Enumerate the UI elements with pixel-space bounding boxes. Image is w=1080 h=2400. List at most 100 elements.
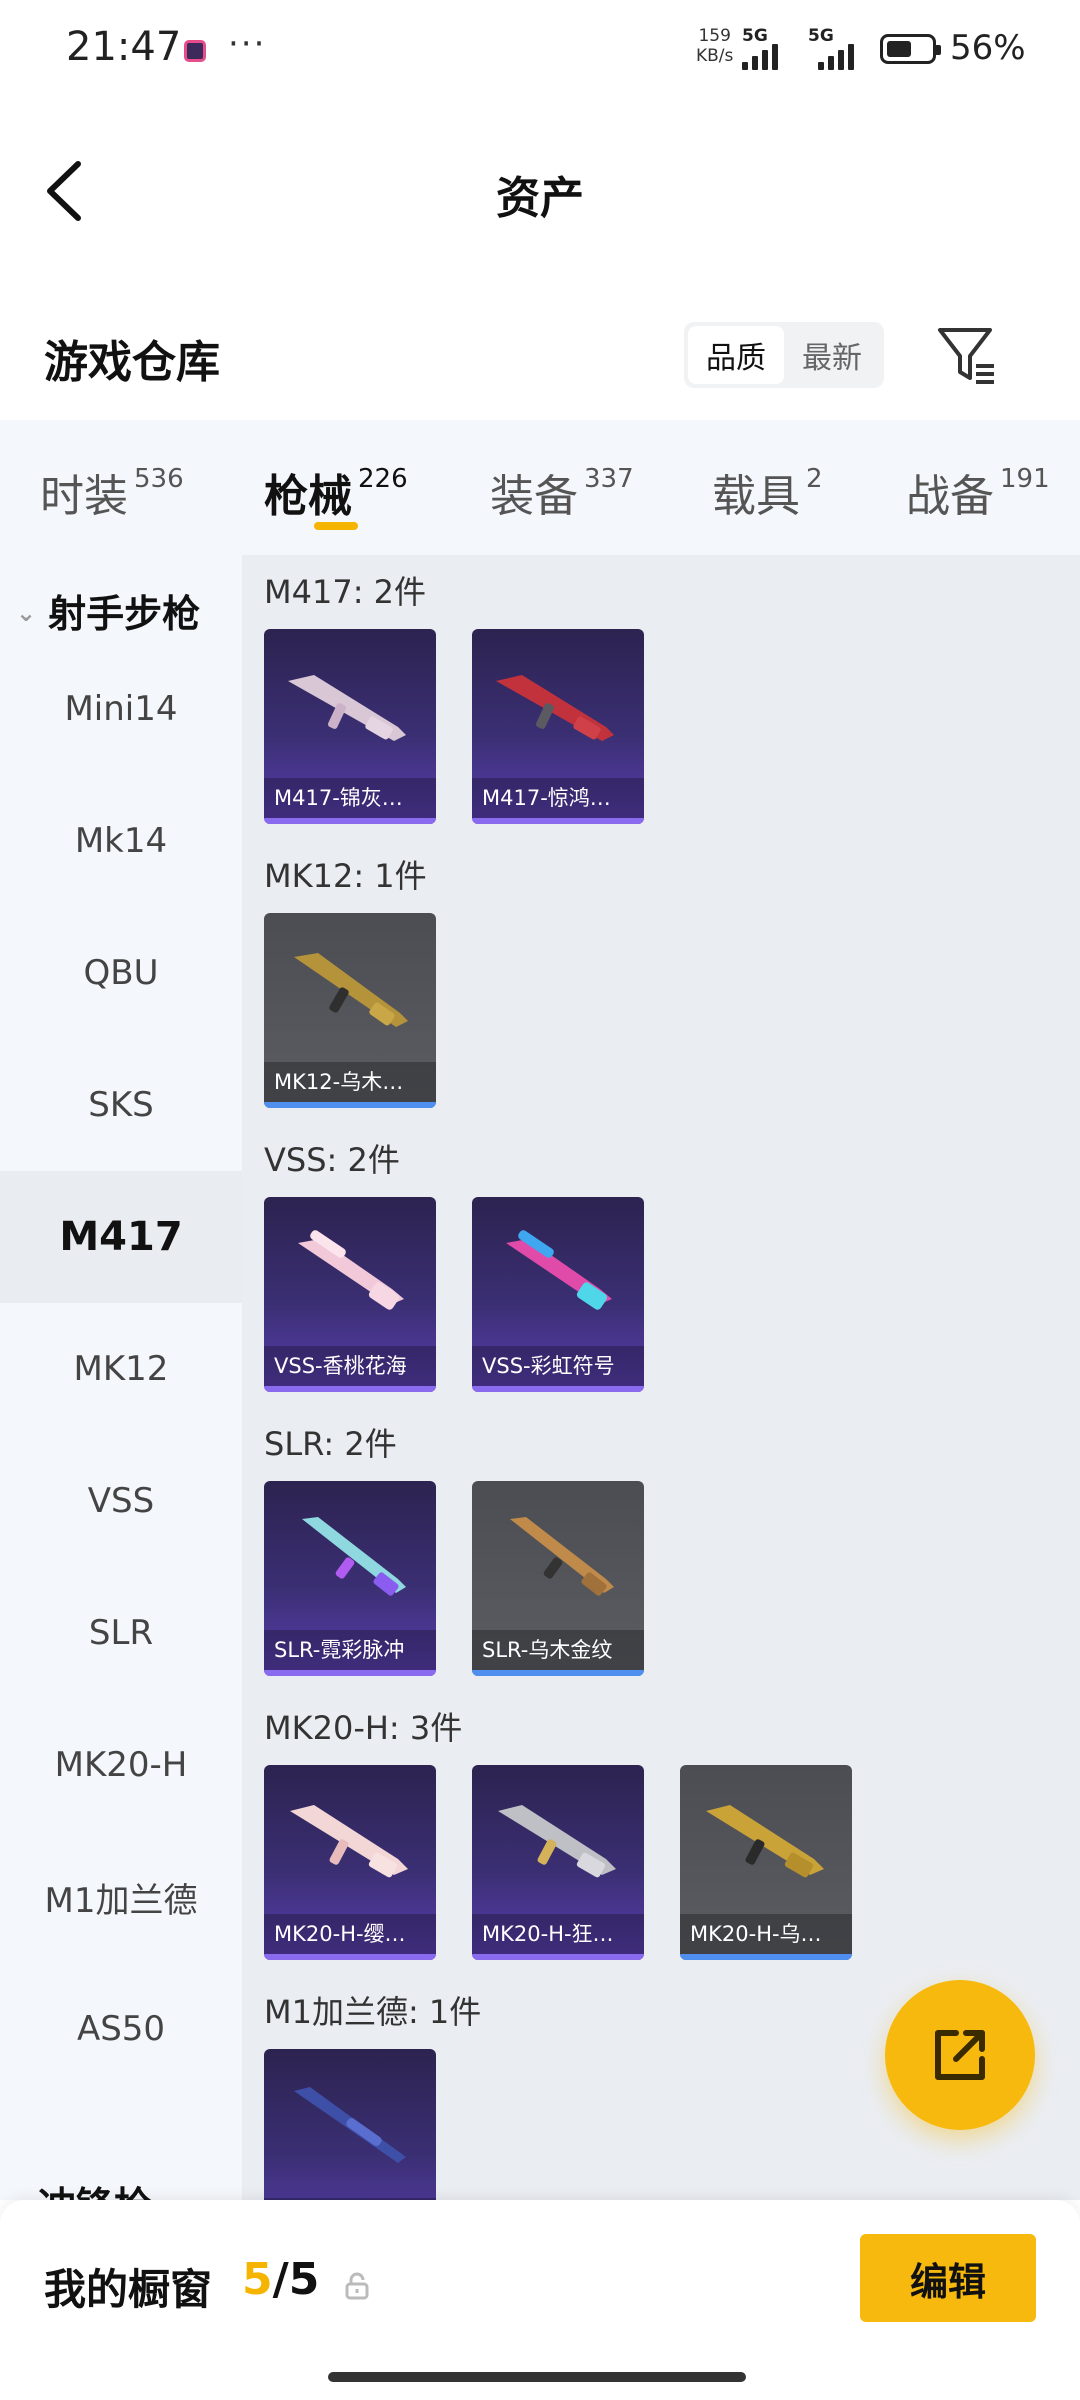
skin-name: VSS-彩虹符号 [472,1346,644,1386]
sidebar-group-marksman[interactable]: ⌄ 射手步枪 [16,583,200,638]
group-title: M1加兰德: 1件 [264,1993,482,2031]
tab-count: 536 [134,464,184,494]
signal-icon-1 [742,40,778,70]
tab-combat-gear[interactable]: 战备 191 [906,460,1050,524]
status-time: 21:47 [66,24,182,70]
skin-card[interactable]: SLR-霓彩脉冲 [264,1481,436,1676]
tab-label: 枪械 [264,471,352,522]
network-speed-unit: KB/s [696,46,734,66]
edit-button[interactable]: 编辑 [860,2234,1036,2322]
skin-name: VSS-香桃花海 [264,1346,436,1386]
showcase-separator: / [272,2254,289,2305]
skin-card[interactable]: VSS-彩虹符号 [472,1197,644,1392]
skin-name: MK20-H-乌… [680,1914,852,1954]
group-title: MK20-H: 3件 [264,1709,463,1747]
skin-card[interactable]: M417-惊鸿… [472,629,644,824]
tab-count: 337 [584,464,634,494]
more-notifications-icon: ··· [228,24,267,64]
skin-card[interactable]: MK20-H-乌… [680,1765,852,1960]
network-speed: 159 KB/s [696,26,733,66]
rarity-bar [264,818,436,824]
sort-option-newest[interactable]: 最新 [784,326,880,384]
rifle-icon [294,953,408,1027]
sidebar-item-mini14[interactable]: Mini14 [0,643,242,775]
rarity-bar [472,1954,644,1960]
group-title: M417: 2件 [264,573,427,611]
rifle-icon [496,675,614,741]
tab-equipment[interactable]: 装备 337 [490,460,634,524]
sort-option-quality[interactable]: 品质 [688,326,784,384]
battery-icon [880,34,941,64]
app-notification-icon [184,40,206,62]
tab-label: 载具 [712,471,800,522]
sidebar-group-smg[interactable]: ›冲锋枪 [16,2175,152,2200]
rifle-icon [706,1805,824,1878]
rarity-bar [472,1670,644,1676]
skin-card[interactable]: MK20-H-缨… [264,1765,436,1960]
share-button[interactable] [885,1980,1035,2130]
skin-name: M417-惊鸿… [472,778,644,818]
home-indicator[interactable] [328,2372,746,2382]
skin-card[interactable]: MK12-乌木… [264,913,436,1108]
rifle-icon [294,2087,406,2163]
rarity-bar [472,1386,644,1392]
tab-firearms[interactable]: 枪械 226 [264,460,408,524]
sidebar-item-as50[interactable]: AS50 [0,1963,242,2095]
skin-name: SLR-乌木金纹 [472,1630,644,1670]
skin-card[interactable]: MK20-H-狂… [472,1765,644,1960]
sidebar-item-m1-garand[interactable]: M1加兰德 [0,1831,242,1963]
rifle-icon [302,1517,406,1596]
skin-name: SLR-霓彩脉冲 [264,1630,436,1670]
rifle-icon [298,1230,404,1310]
battery-percent: 56% [950,28,1026,68]
skin-name: M417-锦灰… [264,778,436,818]
warehouse-row: 游戏仓库 品质 最新 [0,300,1080,410]
group-title: MK12: 1件 [264,857,427,895]
skin-name: MK20-H-缨… [264,1914,436,1954]
status-bar: 21:47 ··· 159 KB/s 5G 5G 56% [0,0,1080,100]
skin-card[interactable] [264,2049,436,2200]
skin-card[interactable]: M417-锦灰… [264,629,436,824]
rifle-icon [498,1805,616,1878]
group-title: VSS: 2件 [264,1141,400,1179]
rifle-icon [510,1517,614,1596]
skin-name: MK12-乌木… [264,1062,436,1102]
category-tabs: 时装 536 枪械 226 装备 337 载具 2 战备 191 [0,420,1080,555]
tab-label: 装备 [490,471,578,522]
skin-name: MK20-H-狂… [472,1914,644,1954]
sidebar-item-sks[interactable]: SKS [0,1039,242,1171]
rarity-bar [264,1386,436,1392]
sort-toggle: 品质 最新 [684,322,884,388]
rarity-bar [264,1954,436,1960]
showcase-total: 5 [288,2254,320,2305]
filter-icon [938,328,994,384]
filter-button[interactable] [934,322,1000,388]
sidebar-item-mk14[interactable]: Mk14 [0,775,242,907]
rarity-bar [472,818,644,824]
rarity-bar [264,1670,436,1676]
tab-count: 2 [806,464,823,494]
rifle-icon [506,1230,612,1310]
chevron-down-icon: ⌄ [16,599,37,627]
rarity-bar [264,1102,436,1108]
sidebar-item-mk12[interactable]: MK12 [0,1303,242,1435]
skin-card[interactable]: SLR-乌木金纹 [472,1481,644,1676]
tab-count: 226 [358,464,408,494]
sidebar-item-mk20h[interactable]: MK20-H [0,1699,242,1831]
active-tab-indicator [314,522,358,530]
weapon-list: M417: 2件 M417-锦灰… M417-惊鸿… MK12: 1件 MK12… [242,555,1080,2200]
share-icon [935,2030,985,2080]
showcase-label: 我的橱窗 [44,2265,213,2314]
sidebar-item-vss[interactable]: VSS [0,1435,242,1567]
tab-count: 191 [1000,464,1050,494]
showcase-current: 5 [242,2254,273,2305]
skin-card[interactable]: VSS-香桃花海 [264,1197,436,1392]
signal-icon-2 [818,40,854,70]
tab-vehicles[interactable]: 载具 2 [712,460,823,524]
tab-fashion[interactable]: 时装 536 [40,460,184,524]
sidebar-item-slr[interactable]: SLR [0,1567,242,1699]
sidebar-item-m417[interactable]: M417 [0,1171,242,1303]
group-title: SLR: 2件 [264,1425,397,1463]
sidebar-item-qbu[interactable]: QBU [0,907,242,1039]
showcase-count: 5/5 [242,2254,319,2305]
